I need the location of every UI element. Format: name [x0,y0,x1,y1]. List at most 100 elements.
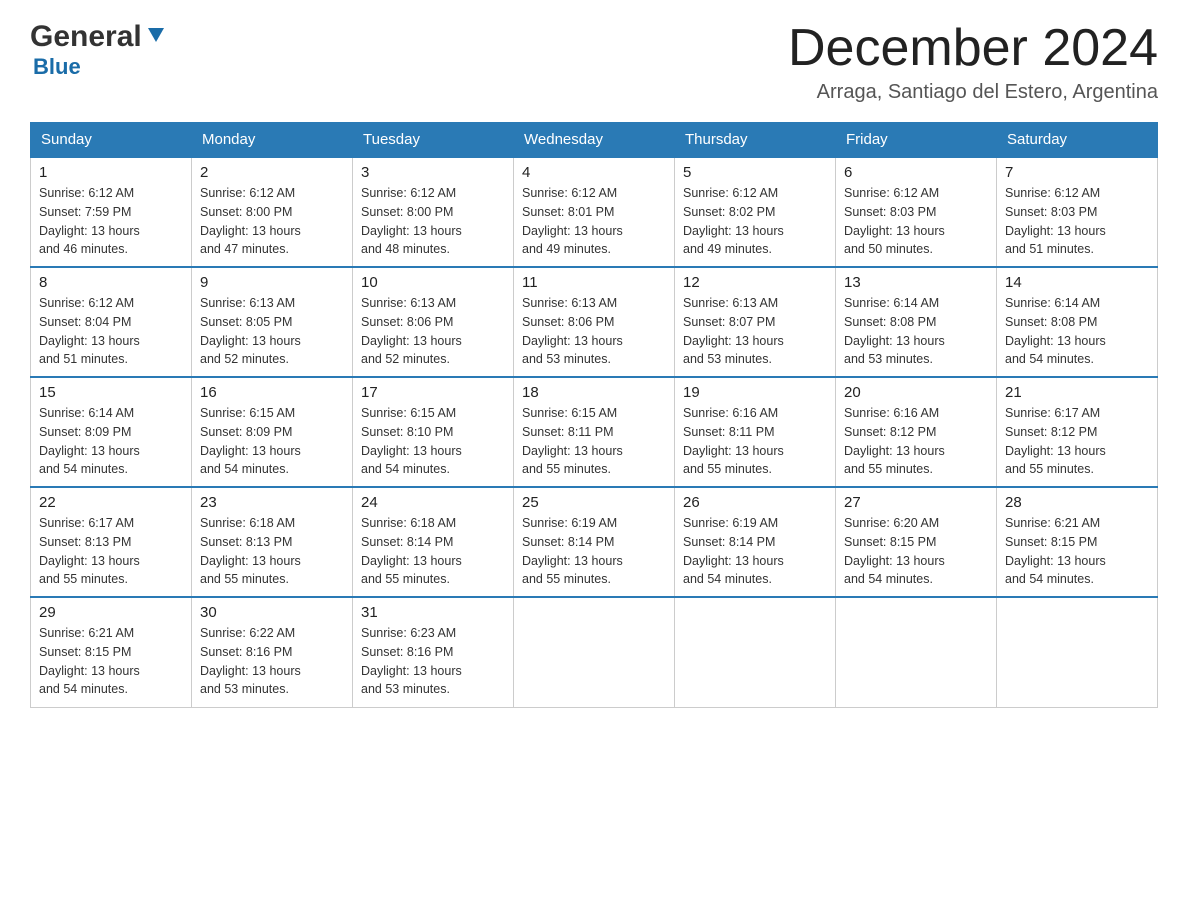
day-number: 20 [844,384,988,401]
day-info: Sunrise: 6:17 AM Sunset: 8:13 PM Dayligh… [39,514,183,589]
calendar-cell: 30 Sunrise: 6:22 AM Sunset: 8:16 PM Dayl… [192,597,353,707]
calendar-week-row: 8 Sunrise: 6:12 AM Sunset: 8:04 PM Dayli… [31,267,1158,377]
day-info: Sunrise: 6:15 AM Sunset: 8:11 PM Dayligh… [522,404,666,479]
day-number: 29 [39,604,183,621]
day-number: 2 [200,164,344,181]
day-number: 5 [683,164,827,181]
day-info: Sunrise: 6:19 AM Sunset: 8:14 PM Dayligh… [683,514,827,589]
calendar-week-row: 15 Sunrise: 6:14 AM Sunset: 8:09 PM Dayl… [31,377,1158,487]
day-number: 9 [200,274,344,291]
logo-chevron-icon [145,24,167,51]
day-number: 1 [39,164,183,181]
calendar-cell: 25 Sunrise: 6:19 AM Sunset: 8:14 PM Dayl… [514,487,675,597]
day-header-thursday: Thursday [675,123,836,158]
calendar-cell: 15 Sunrise: 6:14 AM Sunset: 8:09 PM Dayl… [31,377,192,487]
calendar-cell: 27 Sunrise: 6:20 AM Sunset: 8:15 PM Dayl… [836,487,997,597]
day-info: Sunrise: 6:15 AM Sunset: 8:09 PM Dayligh… [200,404,344,479]
calendar-cell [836,597,997,707]
day-info: Sunrise: 6:12 AM Sunset: 8:00 PM Dayligh… [361,184,505,259]
day-number: 30 [200,604,344,621]
day-info: Sunrise: 6:16 AM Sunset: 8:12 PM Dayligh… [844,404,988,479]
calendar-cell: 17 Sunrise: 6:15 AM Sunset: 8:10 PM Dayl… [353,377,514,487]
calendar-cell: 10 Sunrise: 6:13 AM Sunset: 8:06 PM Dayl… [353,267,514,377]
day-number: 17 [361,384,505,401]
calendar-cell [514,597,675,707]
day-number: 12 [683,274,827,291]
logo-blue-text: Blue [33,54,81,79]
calendar-week-row: 22 Sunrise: 6:17 AM Sunset: 8:13 PM Dayl… [31,487,1158,597]
day-info: Sunrise: 6:14 AM Sunset: 8:08 PM Dayligh… [844,294,988,369]
calendar-cell: 6 Sunrise: 6:12 AM Sunset: 8:03 PM Dayli… [836,157,997,267]
calendar-cell: 26 Sunrise: 6:19 AM Sunset: 8:14 PM Dayl… [675,487,836,597]
day-number: 11 [522,274,666,291]
calendar-cell: 18 Sunrise: 6:15 AM Sunset: 8:11 PM Dayl… [514,377,675,487]
calendar-cell: 12 Sunrise: 6:13 AM Sunset: 8:07 PM Dayl… [675,267,836,377]
calendar-subtitle: Arraga, Santiago del Estero, Argentina [788,81,1158,104]
day-number: 13 [844,274,988,291]
day-info: Sunrise: 6:21 AM Sunset: 8:15 PM Dayligh… [39,624,183,699]
title-area: December 2024 Arraga, Santiago del Ester… [788,20,1158,104]
day-number: 7 [1005,164,1149,181]
calendar-cell: 9 Sunrise: 6:13 AM Sunset: 8:05 PM Dayli… [192,267,353,377]
day-header-tuesday: Tuesday [353,123,514,158]
calendar-cell: 1 Sunrise: 6:12 AM Sunset: 7:59 PM Dayli… [31,157,192,267]
calendar-week-row: 29 Sunrise: 6:21 AM Sunset: 8:15 PM Dayl… [31,597,1158,707]
calendar-cell: 4 Sunrise: 6:12 AM Sunset: 8:01 PM Dayli… [514,157,675,267]
day-number: 27 [844,494,988,511]
calendar-cell: 21 Sunrise: 6:17 AM Sunset: 8:12 PM Dayl… [997,377,1158,487]
day-number: 26 [683,494,827,511]
calendar-cell: 23 Sunrise: 6:18 AM Sunset: 8:13 PM Dayl… [192,487,353,597]
calendar-cell: 8 Sunrise: 6:12 AM Sunset: 8:04 PM Dayli… [31,267,192,377]
day-header-friday: Friday [836,123,997,158]
day-info: Sunrise: 6:12 AM Sunset: 7:59 PM Dayligh… [39,184,183,259]
calendar-cell: 14 Sunrise: 6:14 AM Sunset: 8:08 PM Dayl… [997,267,1158,377]
day-number: 4 [522,164,666,181]
day-info: Sunrise: 6:21 AM Sunset: 8:15 PM Dayligh… [1005,514,1149,589]
calendar-cell: 16 Sunrise: 6:15 AM Sunset: 8:09 PM Dayl… [192,377,353,487]
day-info: Sunrise: 6:12 AM Sunset: 8:02 PM Dayligh… [683,184,827,259]
day-number: 31 [361,604,505,621]
day-info: Sunrise: 6:13 AM Sunset: 8:07 PM Dayligh… [683,294,827,369]
calendar-cell: 29 Sunrise: 6:21 AM Sunset: 8:15 PM Dayl… [31,597,192,707]
calendar-cell: 22 Sunrise: 6:17 AM Sunset: 8:13 PM Dayl… [31,487,192,597]
day-info: Sunrise: 6:12 AM Sunset: 8:00 PM Dayligh… [200,184,344,259]
day-info: Sunrise: 6:12 AM Sunset: 8:03 PM Dayligh… [844,184,988,259]
logo-general-text: General [30,20,142,54]
calendar-cell: 3 Sunrise: 6:12 AM Sunset: 8:00 PM Dayli… [353,157,514,267]
day-info: Sunrise: 6:12 AM Sunset: 8:01 PM Dayligh… [522,184,666,259]
calendar-header-row: SundayMondayTuesdayWednesdayThursdayFrid… [31,123,1158,158]
day-info: Sunrise: 6:20 AM Sunset: 8:15 PM Dayligh… [844,514,988,589]
day-info: Sunrise: 6:13 AM Sunset: 8:05 PM Dayligh… [200,294,344,369]
day-number: 8 [39,274,183,291]
day-number: 15 [39,384,183,401]
day-header-saturday: Saturday [997,123,1158,158]
day-info: Sunrise: 6:12 AM Sunset: 8:03 PM Dayligh… [1005,184,1149,259]
day-info: Sunrise: 6:14 AM Sunset: 8:09 PM Dayligh… [39,404,183,479]
day-header-wednesday: Wednesday [514,123,675,158]
day-number: 3 [361,164,505,181]
day-info: Sunrise: 6:13 AM Sunset: 8:06 PM Dayligh… [361,294,505,369]
page-header: General Blue December 2024 Arraga, Santi… [30,20,1158,104]
calendar-cell: 28 Sunrise: 6:21 AM Sunset: 8:15 PM Dayl… [997,487,1158,597]
day-header-monday: Monday [192,123,353,158]
day-info: Sunrise: 6:12 AM Sunset: 8:04 PM Dayligh… [39,294,183,369]
day-number: 23 [200,494,344,511]
calendar-cell: 2 Sunrise: 6:12 AM Sunset: 8:00 PM Dayli… [192,157,353,267]
day-number: 21 [1005,384,1149,401]
day-number: 25 [522,494,666,511]
logo: General Blue [30,20,167,80]
day-info: Sunrise: 6:14 AM Sunset: 8:08 PM Dayligh… [1005,294,1149,369]
day-number: 22 [39,494,183,511]
day-info: Sunrise: 6:19 AM Sunset: 8:14 PM Dayligh… [522,514,666,589]
day-info: Sunrise: 6:16 AM Sunset: 8:11 PM Dayligh… [683,404,827,479]
calendar-title: December 2024 [788,20,1158,77]
calendar-cell: 20 Sunrise: 6:16 AM Sunset: 8:12 PM Dayl… [836,377,997,487]
calendar-week-row: 1 Sunrise: 6:12 AM Sunset: 7:59 PM Dayli… [31,157,1158,267]
day-number: 14 [1005,274,1149,291]
day-number: 10 [361,274,505,291]
calendar-cell: 7 Sunrise: 6:12 AM Sunset: 8:03 PM Dayli… [997,157,1158,267]
calendar-cell [675,597,836,707]
day-number: 24 [361,494,505,511]
day-info: Sunrise: 6:23 AM Sunset: 8:16 PM Dayligh… [361,624,505,699]
calendar-table: SundayMondayTuesdayWednesdayThursdayFrid… [30,122,1158,708]
